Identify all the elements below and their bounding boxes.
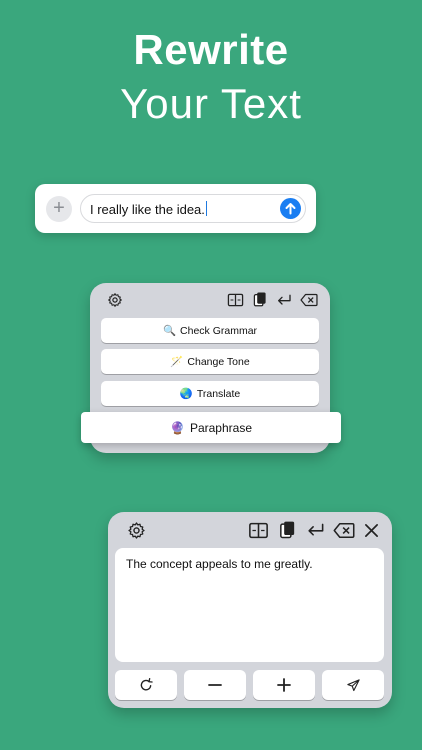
close-icon[interactable]: [364, 523, 379, 538]
headline-line1: Rewrite: [133, 26, 289, 73]
translate-button[interactable]: 🌏 Translate: [101, 381, 319, 406]
change-tone-label: Change Tone: [187, 355, 250, 368]
paraphrase-button[interactable]: 🔮 Paraphrase: [81, 412, 341, 443]
globe-emoji-icon: 🌏: [179, 388, 193, 400]
magnifier-emoji-icon: 🔍: [162, 325, 177, 337]
settings-icon[interactable]: [127, 521, 146, 540]
copy-icon[interactable]: [253, 291, 267, 308]
output-text: The concept appeals to me greatly.: [126, 557, 313, 571]
delete-icon[interactable]: [333, 522, 355, 539]
plus-icon: [277, 678, 291, 692]
delete-icon[interactable]: [300, 293, 318, 307]
message-input[interactable]: I really like the idea.: [80, 194, 306, 223]
minus-icon: [208, 684, 222, 686]
text-caret: [205, 201, 208, 216]
send-button[interactable]: [280, 198, 301, 219]
change-tone-button[interactable]: 🪄 Change Tone: [101, 349, 319, 374]
plus-button[interactable]: [253, 670, 315, 700]
copy-icon[interactable]: [279, 520, 296, 540]
settings-icon[interactable]: [107, 292, 123, 308]
minus-button[interactable]: [184, 670, 246, 700]
paraphrase-label: Paraphrase: [189, 420, 252, 435]
split-view-icon[interactable]: [248, 521, 269, 540]
refresh-icon: [140, 678, 153, 691]
output-text-area[interactable]: The concept appeals to me greatly.: [115, 548, 384, 662]
send-text-button[interactable]: [322, 670, 384, 700]
translate-label: Translate: [196, 387, 241, 400]
check-grammar-button[interactable]: 🔍 Check Grammar: [101, 318, 319, 343]
headline-line2: Your Text: [120, 80, 302, 127]
crystal-ball-emoji-icon: 🔮: [170, 420, 185, 435]
message-bar: + I really like the idea.: [35, 184, 316, 233]
expanded-keyboard-panel: The concept appeals to me greatly.: [108, 512, 392, 708]
add-attachment-button[interactable]: +: [46, 196, 72, 222]
return-icon[interactable]: [306, 522, 325, 538]
refresh-button[interactable]: [115, 670, 177, 700]
magic-wand-emoji-icon: 🪄: [170, 356, 184, 368]
send-icon: [346, 678, 360, 691]
arrow-up-icon: [285, 203, 296, 215]
split-view-icon[interactable]: [227, 292, 244, 308]
check-grammar-label: Check Grammar: [180, 324, 258, 337]
return-icon[interactable]: [276, 293, 292, 307]
message-input-text: I really like the idea.: [90, 201, 208, 217]
